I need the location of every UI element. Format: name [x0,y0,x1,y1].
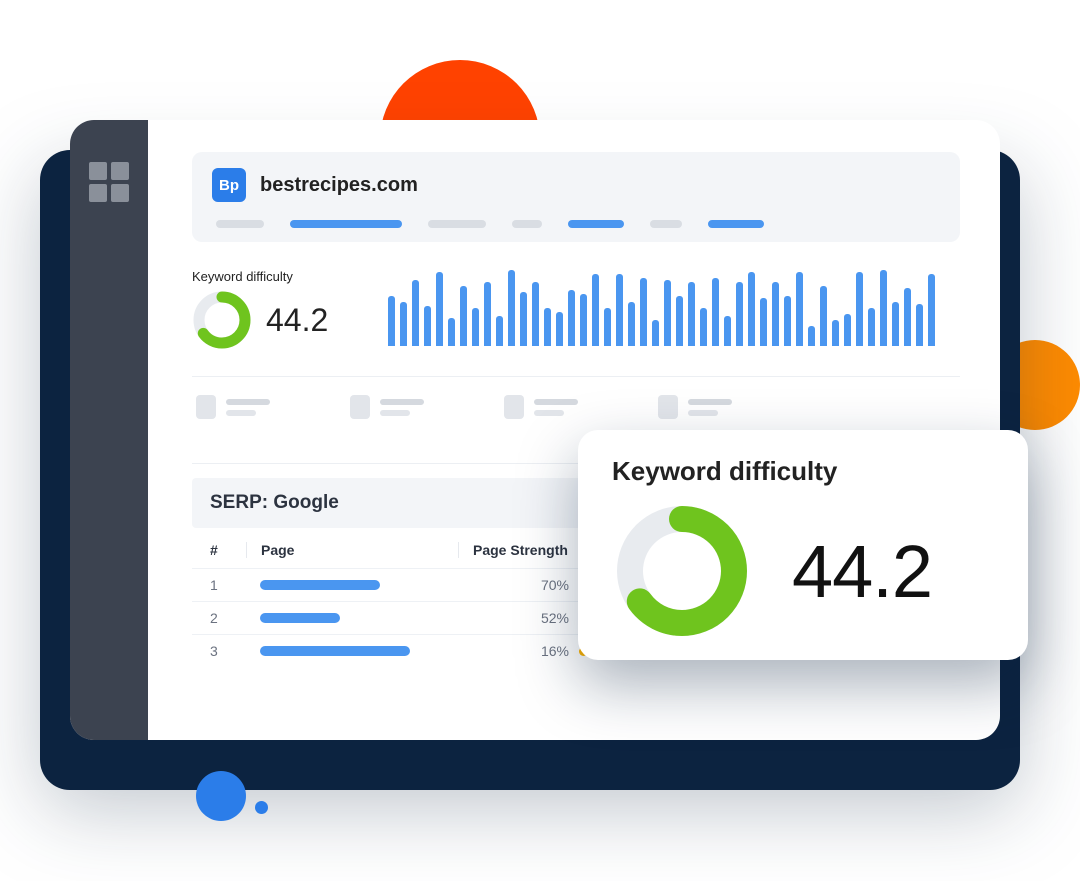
page-bar [260,613,340,623]
trend-bar [904,288,911,346]
trend-bar [712,278,719,346]
kd-card-value: 44.2 [792,529,932,614]
trend-bar [892,302,899,346]
trend-bar [820,286,827,346]
page-strength-value: 52% [541,610,569,626]
row-number: 2 [210,610,246,626]
tab-page-icon [504,395,524,419]
section-tabs [192,377,960,437]
trend-bar [676,296,683,346]
trend-bar [388,296,395,346]
trend-bar [664,280,671,346]
trend-bar [568,290,575,346]
trend-bar [412,280,419,346]
trend-bar [808,326,815,346]
trend-bar [856,272,863,346]
trend-bar [640,278,647,346]
trend-bar [616,274,623,346]
trend-bar [784,296,791,346]
sidebar [70,120,148,740]
tab-page-icon [350,395,370,419]
page-cell [246,613,458,623]
page-strength-value: 70% [541,577,569,593]
col-num-header: # [210,542,246,558]
trend-bar [580,294,587,346]
trend-bar [544,308,551,346]
trend-bar [772,282,779,346]
trend-bar [556,312,563,346]
nav-tab-active[interactable] [708,220,764,228]
trend-bar [736,282,743,346]
section-tab[interactable] [196,395,270,419]
page-strength-value: 16% [541,643,569,659]
trend-bars [388,268,960,346]
kd-ring-large-icon [612,501,752,641]
trend-bar [448,318,455,346]
keyword-difficulty-card: Keyword difficulty 44.2 [578,430,1028,660]
trend-bar [748,272,755,346]
trend-bar [880,270,887,346]
kd-value: 44.2 [266,302,328,339]
nav-tabs [212,220,940,228]
trend-bar [700,308,707,346]
trend-bar [520,292,527,346]
trend-bar [424,306,431,346]
nav-tab[interactable] [512,220,542,228]
kd-card-title: Keyword difficulty [612,456,994,487]
keyword-difficulty-small: Keyword difficulty 44.2 [192,269,328,350]
trend-bar [532,282,539,346]
col-page-header[interactable]: Page [246,542,458,558]
domain-name: bestrecipes.com [260,174,418,197]
tab-page-icon [196,395,216,419]
row-number: 3 [210,643,246,659]
page-cell [246,580,458,590]
trend-bar [628,302,635,346]
nav-tab-active[interactable] [290,220,402,228]
decorative-circle-blue [196,771,246,821]
trend-bar [508,270,515,346]
section-tab[interactable] [350,395,424,419]
trend-bar [868,308,875,346]
nav-tab[interactable] [650,220,682,228]
decorative-dot-blue [255,801,268,814]
trend-bar [604,308,611,346]
page-bar [260,646,410,656]
trend-bar [496,316,503,346]
trend-bar [760,298,767,346]
trend-bar [796,272,803,346]
page-bar [260,580,380,590]
brand-badge: Bp [212,168,246,202]
section-tab[interactable] [658,395,732,419]
kd-label: Keyword difficulty [192,269,293,284]
trend-bar [400,302,407,346]
trend-bar [436,272,443,346]
nav-tab[interactable] [216,220,264,228]
trend-bar [916,304,923,346]
trend-bar [472,308,479,346]
tab-page-icon [658,395,678,419]
trend-bar [832,320,839,346]
trend-bar [460,286,467,346]
domain-header-card: Bp bestrecipes.com [192,152,960,242]
dashboard-icon[interactable] [89,162,129,740]
trend-bar [844,314,851,346]
trend-bar [928,274,935,346]
trend-bar [652,320,659,346]
trend-bar [688,282,695,346]
row-number: 1 [210,577,246,593]
nav-tab-active[interactable] [568,220,624,228]
trend-bar [724,316,731,346]
page-cell [246,646,458,656]
section-tab[interactable] [504,395,578,419]
nav-tab[interactable] [428,220,486,228]
trend-bar [484,282,491,346]
trend-bar [592,274,599,346]
kd-ring-icon [192,290,252,350]
